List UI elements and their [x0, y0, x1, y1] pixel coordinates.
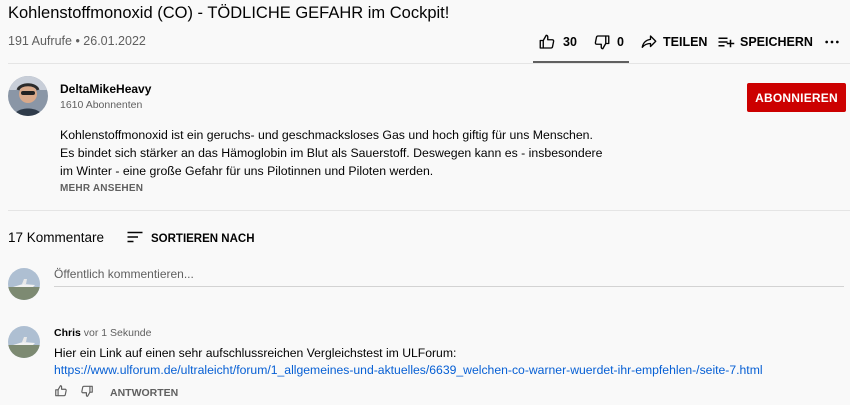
- sort-button[interactable]: SORTIEREN NACH: [126, 229, 255, 248]
- more-horizontal-icon: [824, 34, 840, 50]
- thumbs-up-icon: [538, 33, 556, 51]
- share-arrow-icon: [640, 33, 658, 51]
- comment-actions: ANTWORTEN: [54, 384, 178, 401]
- description-line: Kohlenstoffmonoxid ist ein geruchs- und …: [60, 128, 593, 142]
- description-line: Es bindet sich stärker an das Hämoglobin…: [60, 146, 603, 160]
- comment-header: Chris vor 1 Sekunde: [54, 327, 151, 339]
- sort-label: SORTIEREN NACH: [151, 232, 255, 245]
- comment-input-underline: [54, 286, 844, 287]
- share-label: TEILEN: [663, 35, 708, 49]
- comment-count: 17 Kommentare: [8, 230, 105, 245]
- description-divider: [8, 210, 850, 211]
- comment-link[interactable]: https://www.ulforum.de/ultraleicht/forum…: [54, 363, 763, 377]
- thumbs-up-icon: [54, 384, 68, 401]
- thumbs-down-icon: [593, 33, 611, 51]
- share-button[interactable]: TEILEN: [640, 30, 707, 54]
- channel-avatar[interactable]: [8, 76, 48, 116]
- dislike-button-inner[interactable]: 0: [593, 33, 624, 51]
- comment-input[interactable]: [54, 264, 844, 284]
- sort-lines-icon: [126, 229, 144, 248]
- reply-button[interactable]: ANTWORTEN: [110, 387, 178, 399]
- user-avatar: [8, 268, 40, 300]
- top-divider: [8, 63, 850, 64]
- save-button-inner[interactable]: SPEICHERN: [716, 33, 813, 51]
- thumbs-down-icon: [80, 384, 94, 401]
- save-label: SPEICHERN: [740, 35, 813, 49]
- channel-name[interactable]: DeltaMikeHeavy: [60, 82, 151, 96]
- more-actions-button[interactable]: [824, 30, 840, 54]
- comment-dislike-button[interactable]: [80, 384, 94, 401]
- comment-text: Hier ein Link auf einen sehr aufschlussr…: [54, 346, 457, 360]
- publish-date: 26.01.2022: [83, 34, 146, 48]
- comment-author[interactable]: Chris: [54, 327, 81, 339]
- video-title: Kohlenstoffmonoxid (CO) - TÖDLICHE GEFAH…: [8, 4, 450, 22]
- comment-body: Hier ein Link auf einen sehr aufschlussr…: [54, 345, 763, 379]
- comment-input-wrapper[interactable]: [54, 264, 844, 288]
- like-button[interactable]: 30: [538, 30, 577, 54]
- show-more-button[interactable]: MEHR ANSEHEN: [60, 183, 143, 194]
- subscriber-count: 1610 Abonnenten: [60, 99, 143, 111]
- comment-like-button[interactable]: [54, 384, 68, 401]
- view-count: 191 Aufrufe: [8, 34, 72, 48]
- comment-author-avatar[interactable]: [8, 326, 40, 358]
- playlist-add-icon: [716, 33, 736, 51]
- dislike-count: 0: [617, 35, 624, 49]
- description-line: im Winter - eine große Gefahr für uns Pi…: [60, 164, 434, 178]
- comment-time[interactable]: vor 1 Sekunde: [84, 327, 152, 339]
- share-button-inner[interactable]: TEILEN: [640, 33, 707, 51]
- like-count: 30: [563, 35, 577, 49]
- save-button[interactable]: SPEICHERN: [716, 30, 813, 54]
- dislike-button[interactable]: 0: [593, 30, 624, 54]
- video-meta: 191 Aufrufe • 26.01.2022: [8, 34, 146, 48]
- subscribe-button[interactable]: ABONNIEREN: [747, 83, 846, 112]
- video-description: Kohlenstoffmonoxid ist ein geruchs- und …: [60, 126, 603, 180]
- like-button-inner[interactable]: 30: [538, 33, 577, 51]
